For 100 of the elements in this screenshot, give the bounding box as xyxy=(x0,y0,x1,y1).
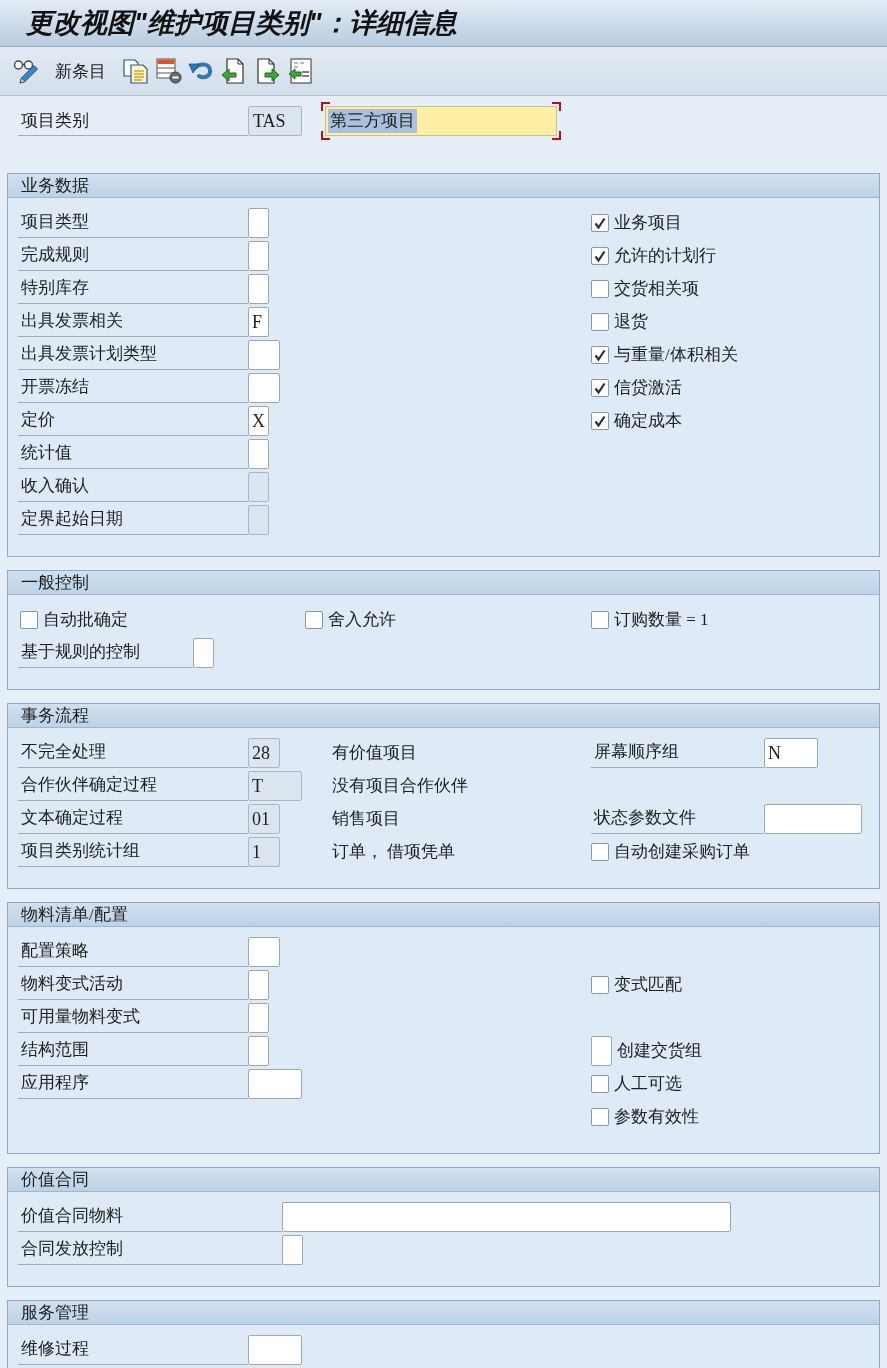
table-minus-icon[interactable] xyxy=(156,58,182,84)
input-field[interactable] xyxy=(248,1002,269,1033)
group-box-title: 价值合同 xyxy=(8,1168,879,1192)
field-label: 出具发票计划类型 xyxy=(18,339,248,370)
checkbox[interactable] xyxy=(591,246,609,265)
field-label: 合同发放控制 xyxy=(18,1234,282,1265)
input-field[interactable] xyxy=(193,637,214,668)
input-field[interactable]: 28 xyxy=(248,737,280,768)
checkmark-icon xyxy=(594,414,606,427)
input-field[interactable]: X xyxy=(248,405,269,436)
input-field[interactable] xyxy=(248,372,280,403)
input-field[interactable] xyxy=(248,273,269,304)
checkmark-icon xyxy=(594,381,606,394)
checkmark-icon xyxy=(594,249,606,262)
checkbox-label: 与重量/体积相关 xyxy=(614,343,738,366)
checkbox[interactable] xyxy=(591,279,609,298)
checkbox-label: 参数有效性 xyxy=(614,1105,699,1128)
field-label: 开票冻结 xyxy=(18,372,248,403)
field-label: 项目类型 xyxy=(18,207,248,238)
checkmark-icon xyxy=(594,348,606,361)
checkbox[interactable] xyxy=(591,312,609,331)
checkbox-label: 确定成本 xyxy=(614,409,682,432)
input-field[interactable]: TAS xyxy=(248,106,302,136)
field-description: 有价值项目 xyxy=(332,741,417,764)
checkbox-label: 人工可选 xyxy=(614,1072,682,1095)
document-arrow-lines-icon[interactable] xyxy=(288,58,312,84)
undo-icon[interactable] xyxy=(188,60,213,82)
checkbox-label: 变式匹配 xyxy=(614,973,682,996)
input-field[interactable]: T xyxy=(248,770,302,801)
field-label: 价值合同物料 xyxy=(18,1201,282,1232)
input-field[interactable] xyxy=(248,438,269,469)
checkbox-label: 交货相关项 xyxy=(614,277,699,300)
field-label: 物料变式活动 xyxy=(18,969,248,1000)
input-field[interactable] xyxy=(248,339,280,370)
document-left-arrow-icon[interactable] xyxy=(221,58,245,84)
input-field[interactable] xyxy=(282,1234,303,1265)
document-right-arrow-icon[interactable] xyxy=(256,58,280,84)
field-label: 应用程序 xyxy=(18,1068,248,1099)
checkbox[interactable] xyxy=(591,213,609,232)
field-label: 可用量物料变式 xyxy=(18,1002,248,1033)
checkbox[interactable] xyxy=(20,610,38,629)
field-label: 文本确定过程 xyxy=(18,803,248,834)
input-field[interactable] xyxy=(248,1334,302,1365)
checkbox[interactable] xyxy=(305,610,323,629)
group-box-title: 一般控制 xyxy=(8,571,879,595)
checkbox[interactable] xyxy=(591,610,609,629)
checkbox[interactable] xyxy=(591,345,609,364)
field-label: 完成规则 xyxy=(18,240,248,271)
field-label: 统计值 xyxy=(18,438,248,469)
field-description: 销售项目 xyxy=(332,807,400,830)
checkmark-icon xyxy=(594,216,606,229)
field-label: 定界起始日期 xyxy=(18,504,248,535)
group-box-title: 物料清单/配置 xyxy=(8,903,879,927)
checkbox[interactable] xyxy=(591,378,609,397)
checkbox[interactable] xyxy=(591,1074,609,1093)
window-title: 更改视图"维护项目类别"：详细信息 xyxy=(26,9,457,37)
group-box-title: 服务管理 xyxy=(8,1301,879,1325)
checkbox-label: 自动创建采购订单 xyxy=(614,840,750,863)
checkbox-label: 自动批确定 xyxy=(43,608,128,631)
input-field[interactable]: 1 xyxy=(248,836,280,867)
input-field[interactable] xyxy=(248,504,269,535)
field-label: 项目类别统计组 xyxy=(18,836,248,867)
field-label: 不完全处理 xyxy=(18,737,248,768)
input-field[interactable] xyxy=(248,1035,269,1066)
input-field[interactable]: F xyxy=(248,306,269,337)
checkbox-label: 订购数量 = 1 xyxy=(614,608,709,631)
checkbox-label: 允许的计划行 xyxy=(614,244,716,267)
field-label: 特别库存 xyxy=(18,273,248,304)
checkbox[interactable] xyxy=(591,975,609,994)
checkbox-label: 退货 xyxy=(614,310,648,333)
copy-icon[interactable] xyxy=(123,58,148,84)
input-field[interactable] xyxy=(248,936,280,967)
field-label: 项目类别 xyxy=(18,106,248,136)
checkbox-label: 业务项目 xyxy=(614,211,682,234)
input-field[interactable] xyxy=(591,1035,612,1066)
field-description: 没有项目合作伙伴 xyxy=(332,774,468,797)
checkbox[interactable] xyxy=(591,411,609,430)
input-field[interactable] xyxy=(764,803,862,834)
checkbox[interactable] xyxy=(591,842,609,861)
input-field[interactable] xyxy=(282,1201,731,1232)
input-field[interactable] xyxy=(248,1068,302,1099)
field-label: 定价 xyxy=(18,405,248,436)
glasses-pencil-icon[interactable] xyxy=(13,58,40,84)
input-field[interactable] xyxy=(248,240,269,271)
field-description: 订单， 借项凭单 xyxy=(332,840,456,863)
input-field[interactable]: N xyxy=(764,737,818,768)
field-label: 结构范围 xyxy=(18,1035,248,1066)
checkbox[interactable] xyxy=(591,1107,609,1126)
input-field[interactable] xyxy=(248,969,269,1000)
checkbox-label: 舍入允许 xyxy=(328,608,396,631)
field-label: 合作伙伴确定过程 xyxy=(18,770,248,801)
field-label: 收入确认 xyxy=(18,471,248,502)
field-label: 创建交货组 xyxy=(617,1039,702,1062)
group-box-title: 业务数据 xyxy=(8,174,879,198)
field-label: 出具发票相关 xyxy=(18,306,248,337)
input-field[interactable] xyxy=(248,207,269,238)
input-field[interactable] xyxy=(248,471,269,502)
input-field[interactable]: 01 xyxy=(248,803,280,834)
new-entries-button[interactable]: 新条目 xyxy=(55,62,106,80)
checkbox-label: 信贷激活 xyxy=(614,376,682,399)
